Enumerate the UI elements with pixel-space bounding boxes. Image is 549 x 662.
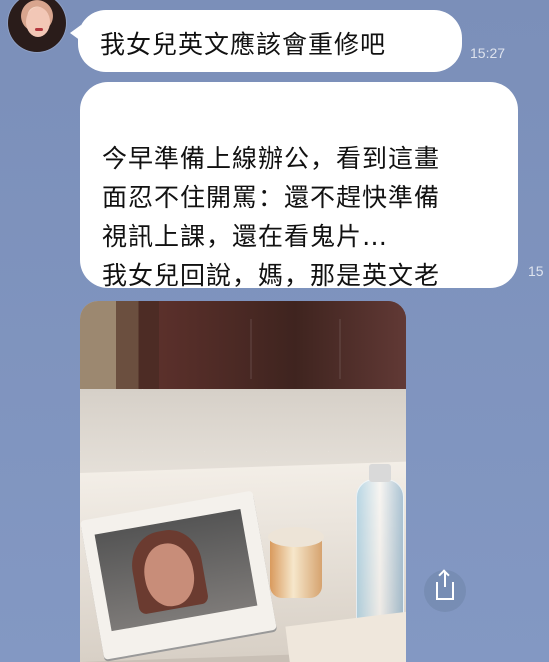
message-time-2: 15	[528, 263, 544, 279]
tablet-device	[80, 490, 277, 660]
message-text: 我女兒英文應該會重修吧	[100, 30, 387, 59]
message-bubble-2[interactable]: 今早準備上線辦公，看到這畫 面忍不住開罵：還不趕快準備 視訊上課，還在看鬼片… …	[80, 82, 518, 329]
noodle-cup	[268, 527, 324, 598]
avatar-face	[26, 7, 50, 37]
chat-conversation: 我女兒英文應該會重修吧 15:27 今早準備上線辦公，看到這畫 面忍不住開罵：還…	[0, 0, 549, 662]
avatar-mouth	[35, 28, 43, 31]
share-icon	[436, 572, 454, 600]
message-bubble-1[interactable]: 我女兒英文應該會重修吧	[70, 10, 462, 72]
shared-photo[interactable]	[80, 301, 406, 662]
video-call-screen	[94, 508, 258, 632]
avatar[interactable]	[8, 0, 66, 52]
message-time-1: 15:27	[470, 45, 506, 61]
share-button[interactable]	[424, 570, 466, 612]
